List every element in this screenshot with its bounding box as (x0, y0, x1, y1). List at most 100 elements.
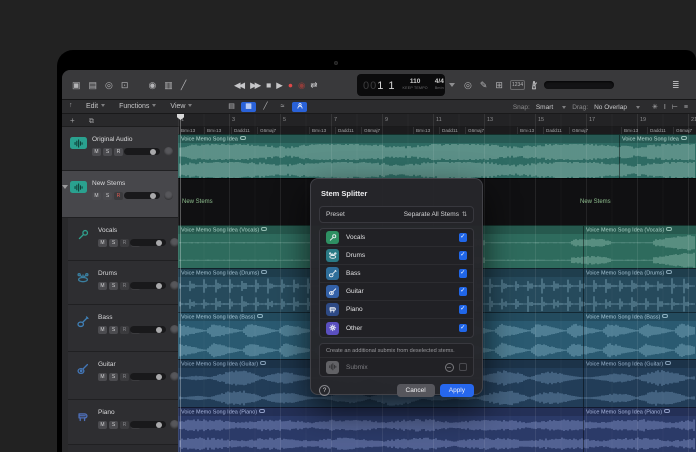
volume-slider[interactable] (130, 421, 166, 428)
lcd-chevron-icon[interactable] (449, 83, 455, 87)
edit-icon-3[interactable]: ≡ (684, 104, 688, 111)
mixer-icon[interactable]: ▥ (164, 70, 173, 100)
bar-ruler[interactable]: 1 3 5 7 9 11 13 15 17 19 21 (178, 114, 696, 127)
volume-knob[interactable] (156, 326, 162, 333)
stop-button[interactable]: ■ (266, 80, 271, 90)
r-button[interactable]: R (120, 373, 129, 381)
volume-slider[interactable] (130, 282, 166, 289)
snap-chevron-icon[interactable] (562, 105, 567, 109)
remove-submix-icon[interactable]: – (444, 362, 454, 372)
volume-knob[interactable] (156, 239, 162, 246)
knob-icon[interactable]: ◉ (148, 70, 156, 100)
stem-checkbox[interactable]: ✓ (458, 323, 467, 333)
edit-icon-0[interactable]: ✳ (652, 104, 658, 111)
r-button[interactable]: R (120, 326, 129, 334)
help-button[interactable]: ? (319, 385, 330, 396)
preset-dropdown[interactable]: Separate All Stems ⇅ (404, 211, 467, 218)
waveform-tool-icon[interactable]: ▦ (241, 102, 256, 112)
region-lane-original-audio[interactable]: Voice Memo Song Idea Voice Memo Song Idea (178, 134, 696, 178)
chord-cell[interactable]: G6maj7 (569, 127, 621, 134)
pencil-icon[interactable]: ╱ (181, 70, 186, 100)
snap-value[interactable]: Smart (536, 104, 553, 111)
volume-slider[interactable] (130, 326, 166, 333)
stem-row-piano[interactable]: Piano ✓ (320, 301, 473, 319)
track-header-original-audio[interactable]: Original Audio M S R (62, 127, 178, 171)
track-header-guitar[interactable]: GuitarMSRI (68, 352, 179, 400)
r-button[interactable]: R (120, 239, 129, 247)
m-button[interactable]: M (92, 148, 101, 156)
stem-checkbox[interactable]: ✓ (458, 287, 467, 296)
chord-cell[interactable]: Bm♭13 (413, 127, 439, 134)
m-button[interactable]: M (98, 373, 107, 381)
volume-knob[interactable] (150, 192, 156, 199)
volume-slider[interactable] (124, 148, 160, 155)
m-button[interactable]: M (98, 239, 107, 247)
stem-row-bass[interactable]: Bass ✓ (320, 265, 473, 283)
volume-slider[interactable] (124, 192, 160, 199)
r-button[interactable]: R (114, 148, 123, 156)
record-button[interactable]: ● (288, 80, 293, 90)
preset-stepper-icon[interactable]: ⇅ (462, 211, 467, 218)
chord-cell[interactable]: Dadd11 (543, 127, 569, 134)
rewind-button[interactable]: ◀◀ (234, 80, 245, 91)
stem-row-other[interactable]: Other ✓ (320, 319, 473, 337)
forward-button[interactable]: ▶▶ (250, 80, 261, 91)
s-button[interactable]: S (109, 239, 118, 247)
collaborator-tool-icon[interactable] (292, 102, 307, 112)
tuner-icon[interactable]: ◎ (464, 70, 472, 100)
stem-row-guitar[interactable]: Guitar ✓ (320, 283, 473, 301)
catch-playhead-icon[interactable]: ↑ (69, 102, 73, 109)
s-button[interactable]: S (103, 192, 112, 200)
volume-slider[interactable] (130, 239, 166, 246)
capture-button[interactable]: ◉ (298, 80, 306, 91)
float-window-icon[interactable]: ⊡ (121, 70, 129, 100)
r-button[interactable]: R (114, 192, 123, 200)
s-button[interactable]: S (109, 373, 118, 381)
chord-cell[interactable]: Bm♭13 (621, 127, 647, 134)
s-button[interactable]: S (103, 148, 112, 156)
crossfade-tool-icon[interactable]: ≈ (275, 102, 290, 112)
m-button[interactable]: M (98, 421, 107, 429)
fade-tool-icon[interactable]: ╱ (258, 102, 273, 112)
chord-track[interactable]: Bm♭13 Bm♭13 Dadd11 G6maj7 Bm♭13 Dadd11 G6maj7 B… (178, 127, 696, 134)
menu-edit[interactable]: Edit (86, 103, 106, 110)
add-track-icon[interactable]: + (70, 116, 75, 125)
m-button[interactable]: M (98, 282, 107, 290)
s-button[interactable]: S (109, 282, 118, 290)
metronome-icon[interactable] (528, 78, 540, 96)
edit-icon-2[interactable]: ⊢ (672, 104, 678, 111)
volume-knob[interactable] (150, 148, 156, 155)
chord-cell[interactable]: Bm♭13 (204, 127, 231, 134)
chord-cell[interactable]: Dadd11 (439, 127, 465, 134)
pan-knob[interactable] (164, 147, 173, 156)
track-header-drums[interactable]: DrumsMSRI (68, 261, 179, 305)
track-header-new-stems[interactable]: New Stems M S R (62, 171, 178, 218)
menu-functions[interactable]: Functions (119, 103, 157, 110)
track-header-bass[interactable]: BassMSRI (68, 305, 179, 352)
duplicate-track-icon[interactable]: ⧉ (89, 118, 94, 125)
apply-button[interactable]: Apply (439, 384, 474, 397)
chord-cell[interactable]: G6maj7 (465, 127, 517, 134)
stem-checkbox[interactable]: ✓ (458, 251, 467, 260)
chord-cell[interactable]: Bm♭13 (517, 127, 543, 134)
screenshot-icon[interactable]: ▣ (72, 70, 81, 100)
track-header-vocals[interactable]: VocalsMSRI (68, 218, 179, 261)
play-button[interactable]: ▶ (276, 80, 282, 91)
pan-knob[interactable] (164, 191, 173, 200)
volume-knob[interactable] (156, 421, 162, 428)
track-header-piano[interactable]: PianoMSRI (68, 400, 179, 445)
stem-checkbox[interactable]: ✓ (458, 233, 467, 242)
drag-value[interactable]: No Overlap (594, 104, 627, 111)
m-button[interactable]: M (92, 192, 101, 200)
display-icon[interactable]: ▤ (89, 70, 98, 100)
master-volume-slider[interactable] (544, 81, 614, 89)
chord-cell[interactable]: G6maj7 (361, 127, 413, 134)
volume-knob[interactable] (156, 373, 162, 380)
r-button[interactable]: R (120, 282, 129, 290)
chord-cell[interactable]: Dadd11 (647, 127, 673, 134)
cycle-button[interactable]: ⇄ (310, 80, 317, 91)
chord-cell[interactable]: Bm♭13 (309, 127, 335, 134)
chord-cell[interactable]: Bm♭13 (178, 127, 204, 134)
m-button[interactable]: M (98, 326, 107, 334)
chord-cell[interactable]: Dadd11 (231, 127, 257, 134)
